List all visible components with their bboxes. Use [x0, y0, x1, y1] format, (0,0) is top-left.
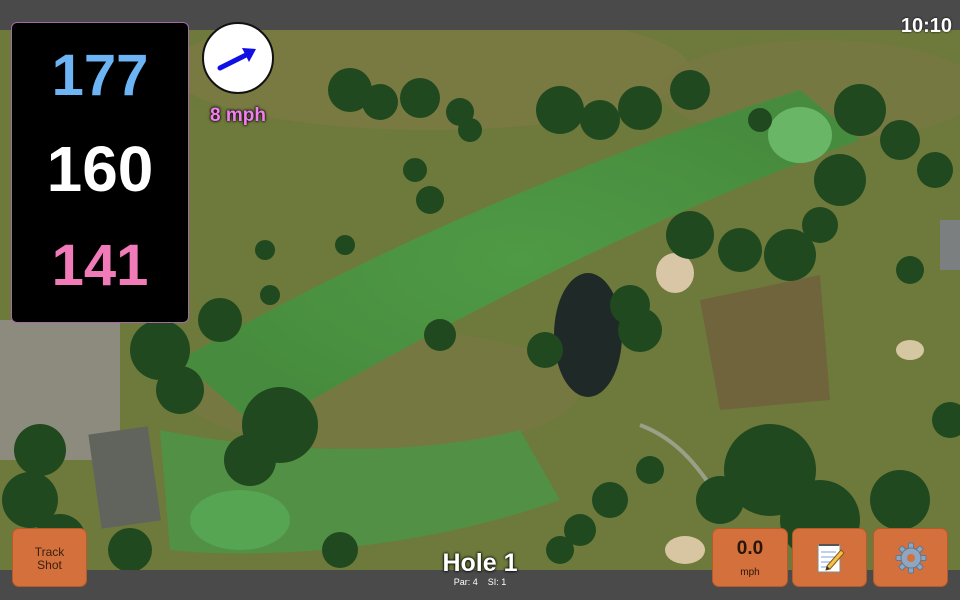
notepad-pencil-icon	[817, 543, 845, 572]
hole-par: Par: 4	[453, 577, 478, 587]
golf-gps-screen: 10:10 177 160 141 8 mph Track Shot Hole …	[0, 0, 960, 600]
notes-button[interactable]	[792, 528, 867, 587]
middle-distance: 160	[46, 133, 154, 205]
hole-title: Hole 1	[442, 549, 518, 577]
wind-speed: 8 mph	[210, 105, 266, 126]
hole-details: Par: 4 SI: 1	[380, 577, 580, 588]
speed-unit: mph	[740, 567, 760, 578]
speed-button[interactable]: 0.0 mph	[712, 528, 788, 587]
distance-panel: 177 160 141	[11, 22, 189, 323]
wind-direction-arrow-icon	[217, 48, 256, 71]
gear-icon	[895, 542, 926, 573]
status-clock: 10:10	[900, 15, 952, 37]
speed-value: 0.0	[736, 538, 764, 559]
hole-stroke-index: SI: 1	[487, 577, 507, 587]
front-distance: 141	[51, 233, 149, 298]
track-shot-button[interactable]: Track Shot	[12, 528, 87, 587]
settings-button[interactable]	[873, 528, 948, 587]
back-distance: 177	[51, 43, 149, 108]
track-shot-label-line2: Shot	[37, 558, 62, 572]
wind-direction-dial	[202, 22, 274, 94]
